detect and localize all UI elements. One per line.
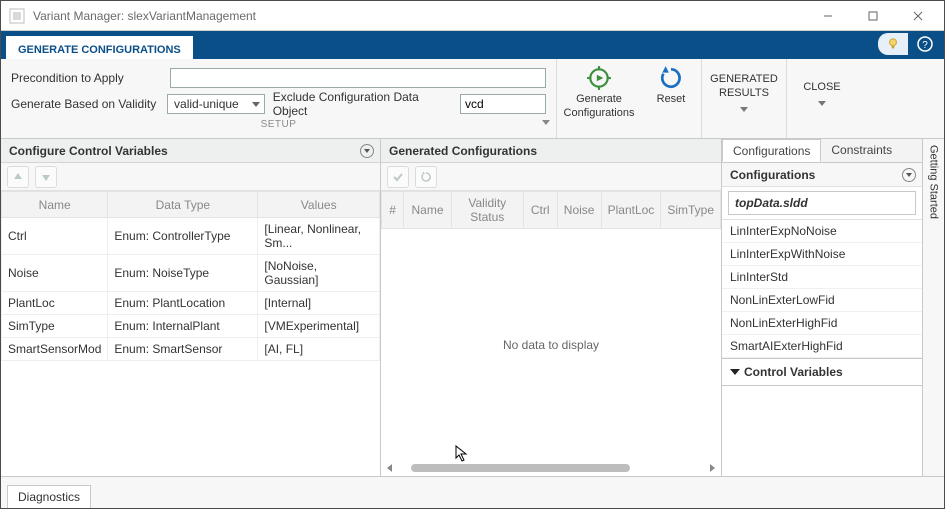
configure-control-variables-panel: Configure Control Variables Name Data Ty…	[1, 139, 381, 476]
col-simtype: SimType	[661, 192, 721, 229]
move-up-button[interactable]	[7, 166, 29, 188]
scroll-left-icon	[385, 463, 395, 473]
list-item[interactable]: LinInterExpNoNoise	[722, 220, 922, 243]
col-ctrl: Ctrl	[523, 192, 557, 229]
svg-text:?: ?	[922, 40, 928, 51]
data-source-box[interactable]: topData.sldd	[728, 191, 916, 215]
exclude-label: Exclude Configuration Data Object	[273, 90, 452, 118]
refresh-button[interactable]	[415, 166, 437, 188]
close-dropdown[interactable]: CLOSE	[787, 59, 857, 106]
panel-options-button[interactable]	[360, 144, 374, 158]
table-row[interactable]: NoiseEnum: NoiseType[NoNoise, Gaussian]	[2, 255, 380, 292]
horizontal-scrollbar[interactable]	[381, 460, 721, 476]
ribbon-tabstrip: GENERATE CONFIGURATIONS ?	[1, 31, 944, 59]
col-validity: Validity Status	[451, 192, 523, 229]
chevron-down-icon	[818, 101, 826, 106]
generated-results-dropdown[interactable]: GENERATED RESULTS	[702, 59, 786, 112]
results-label2: RESULTS	[719, 87, 769, 99]
table-row[interactable]: SmartSensorModEnum: SmartSensor[AI, FL]	[2, 338, 380, 361]
reset-icon	[658, 65, 684, 91]
chevron-down-icon	[740, 107, 748, 112]
close-label: CLOSE	[803, 81, 840, 93]
toolstrip: Precondition to Apply Generate Based on …	[1, 59, 944, 139]
col-datatype: Data Type	[108, 192, 258, 218]
tab-generate-configurations[interactable]: GENERATE CONFIGURATIONS	[5, 35, 194, 59]
control-variables-section-label: Control Variables	[744, 365, 843, 379]
scroll-thumb[interactable]	[411, 464, 630, 472]
list-item[interactable]: LinInterExpWithNoise	[722, 243, 922, 266]
col-index: #	[382, 192, 404, 229]
getting-started-side-tab[interactable]: Getting Started	[928, 145, 940, 219]
control-variables-table[interactable]: Name Data Type Values CtrlEnum: Controll…	[1, 191, 380, 361]
panel-options-button[interactable]	[902, 168, 916, 182]
reset-btn-label: Reset	[657, 93, 686, 105]
col-name: Name	[404, 192, 452, 229]
window-title: Variant Manager: slexVariantManagement	[33, 9, 256, 23]
generate-btn-label2: Configurations	[564, 107, 635, 119]
app-icon	[9, 8, 25, 24]
configurations-side-panel: Configurations Constraints Configuration…	[722, 139, 922, 476]
titlebar: Variant Manager: slexVariantManagement	[1, 1, 944, 31]
help-button[interactable]: ?	[914, 33, 936, 55]
validate-button[interactable]	[387, 166, 409, 188]
window-minimize-button[interactable]	[805, 1, 850, 31]
bottom-bar: Diagnostics	[1, 476, 944, 508]
validity-dropdown[interactable]: valid-unique	[167, 94, 265, 114]
mid-panel-title: Generated Configurations	[389, 144, 537, 158]
gear-generate-icon	[586, 65, 612, 91]
exclude-input[interactable]	[460, 94, 546, 114]
table-row[interactable]: SimTypeEnum: InternalPlant[VMExperimenta…	[2, 315, 380, 338]
col-plantloc: PlantLoc	[601, 192, 661, 229]
tab-constraints[interactable]: Constraints	[821, 139, 902, 162]
validity-dropdown-value: valid-unique	[174, 97, 239, 111]
list-item[interactable]: NonLinExterHighFid	[722, 312, 922, 335]
list-item[interactable]: NonLinExterLowFid	[722, 289, 922, 312]
results-label1: GENERATED	[710, 73, 778, 85]
move-down-button[interactable]	[35, 166, 57, 188]
tab-configurations[interactable]: Configurations	[722, 139, 821, 162]
generated-configurations-panel: Generated Configurations # Name Validity…	[381, 139, 722, 476]
col-noise: Noise	[557, 192, 601, 229]
no-data-message: No data to display	[381, 229, 721, 460]
generate-btn-label1: Generate	[576, 93, 622, 105]
configurations-subheader: Configurations	[730, 168, 815, 182]
table-row[interactable]: PlantLocEnum: PlantLocation[Internal]	[2, 292, 380, 315]
list-item[interactable]: SmartAIExterHighFid	[722, 335, 922, 358]
chevron-down-icon	[730, 369, 740, 375]
configurations-list: LinInterExpNoNoise LinInterExpWithNoise …	[722, 219, 922, 358]
table-row[interactable]: CtrlEnum: ControllerType[Linear, Nonline…	[2, 218, 380, 255]
validity-label: Generate Based on Validity	[11, 97, 159, 111]
reset-button[interactable]: Reset	[641, 59, 701, 105]
diagnostics-tab[interactable]: Diagnostics	[7, 485, 91, 508]
generated-configurations-table[interactable]: # Name Validity Status Ctrl Noise PlantL…	[381, 191, 721, 229]
left-panel-title: Configure Control Variables	[9, 144, 168, 158]
generate-configurations-button[interactable]: Generate Configurations	[557, 59, 641, 119]
window-close-button[interactable]	[895, 1, 940, 31]
group-label-setup: SETUP	[1, 117, 556, 132]
hint-bulb-button[interactable]	[878, 33, 908, 55]
list-item[interactable]: LinInterStd	[722, 266, 922, 289]
scroll-right-icon	[707, 463, 717, 473]
precondition-label: Precondition to Apply	[11, 71, 162, 85]
control-variables-section-toggle[interactable]: Control Variables	[722, 358, 922, 386]
precondition-input[interactable]	[170, 68, 546, 88]
window-maximize-button[interactable]	[850, 1, 895, 31]
col-values: Values	[258, 192, 380, 218]
col-name: Name	[2, 192, 108, 218]
